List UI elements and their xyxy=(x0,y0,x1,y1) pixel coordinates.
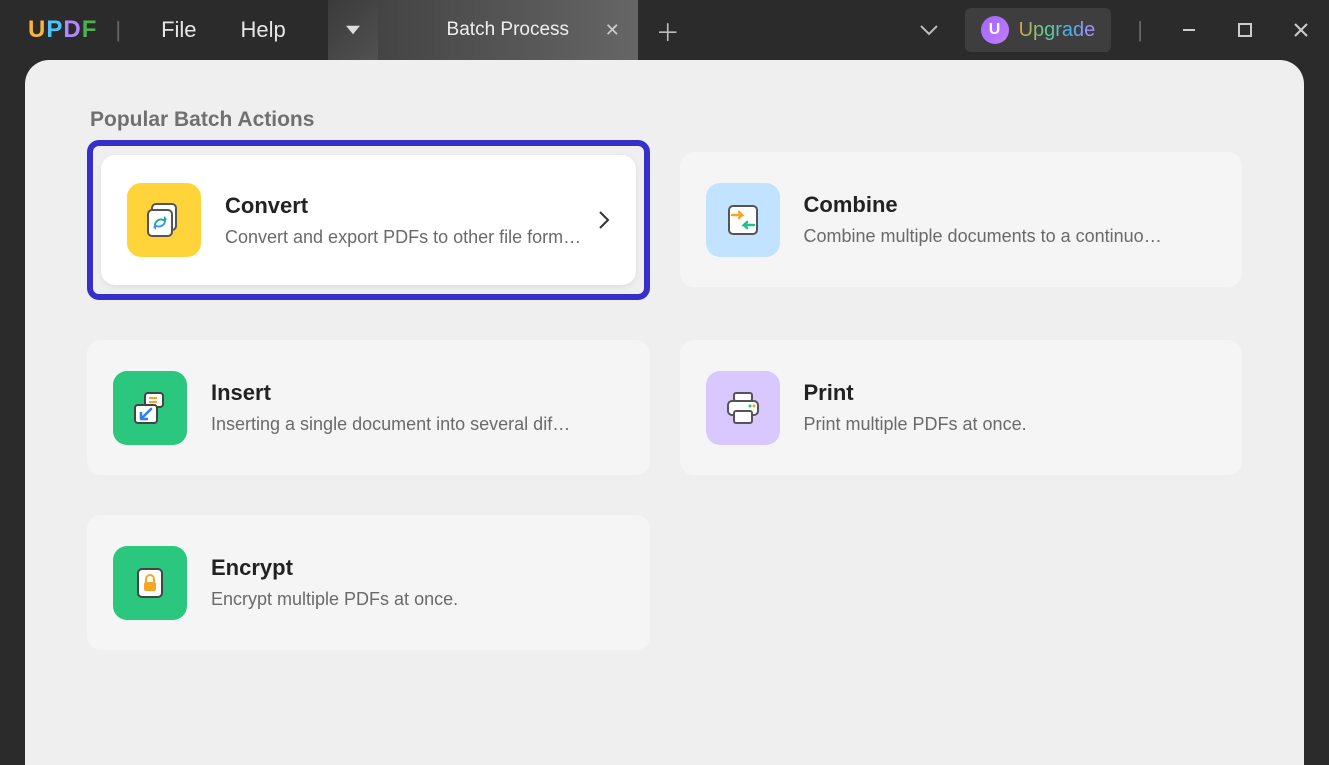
divider: | xyxy=(115,17,121,43)
menu-file[interactable]: File xyxy=(139,17,218,43)
maximize-icon xyxy=(1238,23,1252,37)
tab-close-icon[interactable]: ✕ xyxy=(605,20,620,41)
section-title: Popular Batch Actions xyxy=(90,108,1304,132)
caret-down-icon xyxy=(346,25,360,35)
tab-batch-process[interactable]: Batch Process ✕ xyxy=(378,0,638,60)
card-print[interactable]: Print Print multiple PDFs at once. xyxy=(680,340,1243,475)
maximize-button[interactable] xyxy=(1217,0,1273,60)
content-panel: Popular Batch Actions Convert C xyxy=(25,60,1304,765)
card-desc: Encrypt multiple PDFs at once. xyxy=(211,589,571,610)
card-desc: Inserting a single document into several… xyxy=(211,414,571,435)
card-insert[interactable]: Insert Inserting a single document into … xyxy=(87,340,650,475)
title-bar: UPDF | File Help Batch Process ✕ ＋ U Upg… xyxy=(0,0,1329,60)
home-tab-dropdown[interactable] xyxy=(328,0,378,60)
card-encrypt[interactable]: Encrypt Encrypt multiple PDFs at once. xyxy=(87,515,650,650)
close-window-button[interactable] xyxy=(1273,0,1329,60)
card-desc: Combine multiple documents to a continuo… xyxy=(804,226,1164,247)
divider: | xyxy=(1137,17,1143,43)
encrypt-icon xyxy=(113,546,187,620)
card-title: Print xyxy=(804,380,1217,406)
upgrade-label: Upgrade xyxy=(1019,19,1096,42)
card-convert-highlight: Convert Convert and export PDFs to other… xyxy=(87,140,650,300)
app-logo: UPDF xyxy=(28,16,97,44)
card-title: Convert xyxy=(225,193,588,219)
insert-icon xyxy=(113,371,187,445)
tab-overflow-button[interactable] xyxy=(901,0,957,60)
minimize-button[interactable] xyxy=(1161,0,1217,60)
close-icon xyxy=(1294,23,1308,37)
new-tab-button[interactable]: ＋ xyxy=(638,0,698,60)
card-title: Insert xyxy=(211,380,624,406)
card-title: Encrypt xyxy=(211,555,624,581)
window-controls-group: U Upgrade | xyxy=(901,0,1329,60)
convert-icon xyxy=(127,183,201,257)
action-grid: Convert Convert and export PDFs to other… xyxy=(25,152,1304,650)
combine-icon xyxy=(706,183,780,257)
upgrade-button[interactable]: U Upgrade xyxy=(965,8,1112,52)
print-icon xyxy=(706,371,780,445)
tab-label: Batch Process xyxy=(447,19,570,41)
card-title: Combine xyxy=(804,192,1217,218)
chevron-right-icon xyxy=(598,210,610,230)
tab-strip: Batch Process ✕ ＋ xyxy=(328,0,698,60)
user-avatar-icon: U xyxy=(981,16,1009,44)
card-convert[interactable]: Convert Convert and export PDFs to other… xyxy=(101,155,636,285)
card-desc: Print multiple PDFs at once. xyxy=(804,414,1164,435)
minimize-icon xyxy=(1181,22,1197,38)
chevron-down-icon xyxy=(920,24,938,36)
menu-help[interactable]: Help xyxy=(219,17,308,43)
card-desc: Convert and export PDFs to other file fo… xyxy=(225,227,585,248)
card-combine[interactable]: Combine Combine multiple documents to a … xyxy=(680,152,1243,287)
